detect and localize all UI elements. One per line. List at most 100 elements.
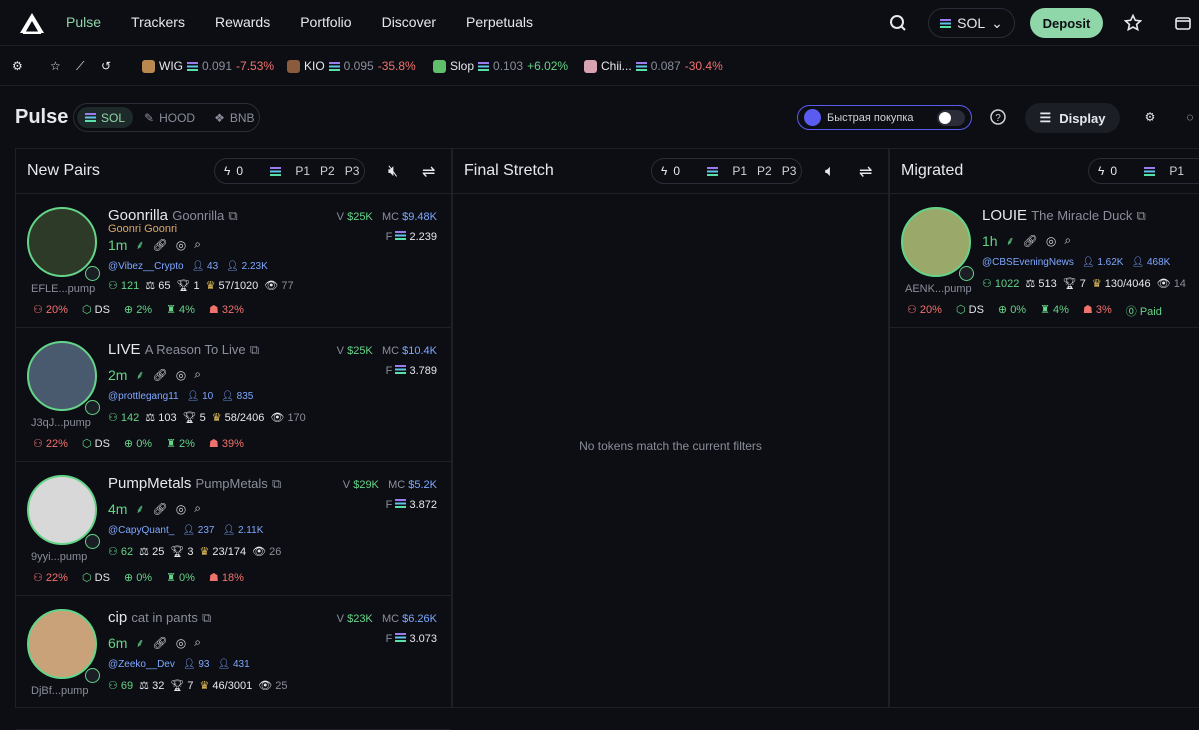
search-icon[interactable]: ⌕ <box>194 635 201 650</box>
kol-count: 7 <box>187 680 194 692</box>
token-card[interactable]: AENK...pump LOUIE The Miracle Duck ⧉ 1h ⸙… <box>890 194 1199 328</box>
help-icon[interactable]: ? <box>981 100 1015 134</box>
nav-rewards[interactable]: Rewards <box>215 14 270 30</box>
filter-sliders-icon[interactable]: ⇌ <box>422 162 435 182</box>
token-avatar[interactable] <box>27 341 97 411</box>
chart-icon[interactable]: ⟋ <box>76 59 84 74</box>
nav-portfolio[interactable]: Portfolio <box>300 14 351 30</box>
search-icon[interactable] <box>881 6 915 40</box>
wallet-icon[interactable] <box>1166 6 1199 40</box>
globe-icon[interactable]: ◎ <box>176 502 186 516</box>
globe-icon[interactable]: ◎ <box>1046 234 1056 248</box>
preset-p3[interactable]: P3 <box>777 164 802 178</box>
token-avatar[interactable] <box>27 609 97 679</box>
quick-buy-amount[interactable]: ϟ0 <box>1089 158 1164 184</box>
history-icon[interactable]: ↺ <box>101 59 111 73</box>
ticker-item[interactable]: Chii... 0.087 -30.4% <box>584 59 723 73</box>
social-row: @prottlegang11 👤︎ 10 👤︎ 835 <box>108 391 254 402</box>
social-row: @Zeeko__Dev 👤︎ 93 👤︎ 431 <box>108 659 250 670</box>
copy-icon[interactable]: ⧉ <box>1137 208 1146 223</box>
copy-icon[interactable]: ⧉ <box>250 342 259 357</box>
globe-icon[interactable]: ◎ <box>176 238 186 252</box>
ticker-item[interactable]: WIG 0.091 -7.53% <box>142 59 274 73</box>
quick-buy-amount[interactable]: ϟ0 <box>652 158 727 184</box>
amount-value: 0 <box>1110 164 1118 178</box>
link-icon[interactable]: 🔗︎ <box>1023 234 1038 248</box>
ticker-symbol: WIG <box>159 59 183 73</box>
link-icon[interactable]: 🔗︎ <box>152 368 167 382</box>
token-symbol: Goonrilla <box>108 207 169 224</box>
deposit-button[interactable]: Deposit <box>1030 8 1103 38</box>
token-avatar[interactable] <box>27 207 97 277</box>
nav-pulse[interactable]: Pulse <box>66 14 101 30</box>
nav-trackers[interactable]: Trackers <box>131 14 185 30</box>
preset-p2[interactable]: P2 <box>315 164 340 178</box>
search-icon[interactable]: ⌕ <box>194 501 201 516</box>
preset-p1[interactable]: P1 <box>1164 164 1189 178</box>
search-icon[interactable]: ⌕ <box>1064 233 1071 248</box>
twitter-handle[interactable]: @CapyQuant_ <box>108 525 174 536</box>
twitter-handle[interactable]: @Zeeko__Dev <box>108 659 175 670</box>
pro-traders-count: 513 <box>1038 278 1057 290</box>
chain-selector[interactable]: SOL ⌄ <box>928 8 1015 38</box>
dev-tokens: 58/2406 <box>224 412 265 424</box>
token-avatar[interactable] <box>901 207 971 277</box>
ticker-item[interactable]: KIO 0.095 -35.8% <box>287 59 416 73</box>
link-icon[interactable]: 🔗︎ <box>152 238 167 252</box>
quick-buy-toggle[interactable]: Быстрая покупка <box>797 105 972 130</box>
lightning-icon: ϟ <box>224 164 231 178</box>
column-final-stretch: Final Stretch ϟ0 P1 P2 P3 🔈︎ ⇌ No tokens… <box>452 148 889 708</box>
chain-tab-hood[interactable]: ✎ HOOD <box>136 107 203 128</box>
token-card[interactable]: EFLE...pump Goonrilla Goonrilla ⧉ Goonri… <box>16 194 451 328</box>
token-card[interactable]: 9yyi...pump PumpMetals PumpMetals ⧉ 4m ⸙ 🔗… <box>16 462 451 596</box>
leaf-icon: ⸙ <box>135 636 145 650</box>
token-card[interactable]: DjBf...pump cip cat in pants ⧉ 6m ⸙ 🔗︎ ◎ ⌕ @… <box>16 596 451 730</box>
token-card[interactable]: J3qJ...pump LIVE A Reason To Live ⧉ 2m ⸙ 🔗… <box>16 328 451 462</box>
display-button[interactable]: ☰ Display <box>1025 103 1120 133</box>
holders-count: 69 <box>120 680 134 692</box>
chain-tab-bnb[interactable]: ❖ BNB <box>206 107 262 128</box>
settings-icon[interactable]: ⚙ <box>12 59 23 73</box>
copy-icon[interactable]: ⧉ <box>272 476 281 491</box>
sound-icon[interactable]: 🔈︎ <box>825 163 835 181</box>
token-avatar[interactable] <box>27 475 97 545</box>
holders-count: 1022 <box>994 278 1020 290</box>
toggle-switch[interactable] <box>937 109 965 126</box>
settings-icon[interactable]: ⚙ <box>1133 100 1167 134</box>
preset-p1[interactable]: P1 <box>727 164 752 178</box>
contract-address[interactable]: EFLE...pump <box>31 283 95 295</box>
quick-buy-amount[interactable]: ϟ0 <box>215 158 290 184</box>
contract-address[interactable]: AENK...pump <box>905 283 972 295</box>
holders-row: ⚇ 69 ⚖ 32 🏆︎ 7 ♛ 46/3001 👁︎ 25 <box>108 680 288 692</box>
ticker-item[interactable]: Slop 0.103 +6.02% <box>433 59 568 73</box>
contract-address[interactable]: DjBf...pump <box>31 685 88 697</box>
nav-perpetuals[interactable]: Perpetuals <box>466 14 533 30</box>
filter-sliders-icon[interactable]: ⇌ <box>859 162 872 182</box>
contract-address[interactable]: 9yyi...pump <box>31 551 87 563</box>
eye-off-icon[interactable]: ◌ <box>1173 100 1199 134</box>
nav-discover[interactable]: Discover <box>382 14 436 30</box>
copy-icon[interactable]: ⧉ <box>228 208 237 223</box>
search-icon[interactable]: ⌕ <box>194 237 201 252</box>
copy-icon[interactable]: ⧉ <box>202 610 211 625</box>
globe-icon[interactable]: ◎ <box>176 636 186 650</box>
twitter-handle[interactable]: @CBSEveningNews <box>982 257 1074 268</box>
link-icon[interactable]: 🔗︎ <box>152 636 167 650</box>
twitter-handle[interactable]: @Vibez__Crypto <box>108 261 184 272</box>
link-icon[interactable]: 🔗︎ <box>152 502 167 516</box>
contract-address[interactable]: J3qJ...pump <box>31 417 91 429</box>
twitter-handle[interactable]: @prottlegang11 <box>108 391 179 402</box>
preset-p1[interactable]: P1 <box>290 164 315 178</box>
mute-icon[interactable]: 🔇︎ <box>388 163 398 181</box>
star-icon[interactable] <box>1116 6 1150 40</box>
search-icon[interactable]: ⌕ <box>194 367 201 382</box>
axiom-logo-icon[interactable] <box>19 12 45 34</box>
preset-p2[interactable]: P2 <box>752 164 777 178</box>
preset-p3[interactable]: P3 <box>340 164 365 178</box>
globe-icon[interactable]: ◎ <box>176 368 186 382</box>
star-icon[interactable]: ☆ <box>50 59 61 73</box>
pro-traders-count: 32 <box>152 680 165 692</box>
chain-tab-sol[interactable]: SOL <box>77 107 134 128</box>
stats-row: ⚇ 20% ⬡ DS ⊕ 2% ♜ 4% ☗ 32% <box>33 304 244 316</box>
page-title: Pulse <box>15 106 69 128</box>
